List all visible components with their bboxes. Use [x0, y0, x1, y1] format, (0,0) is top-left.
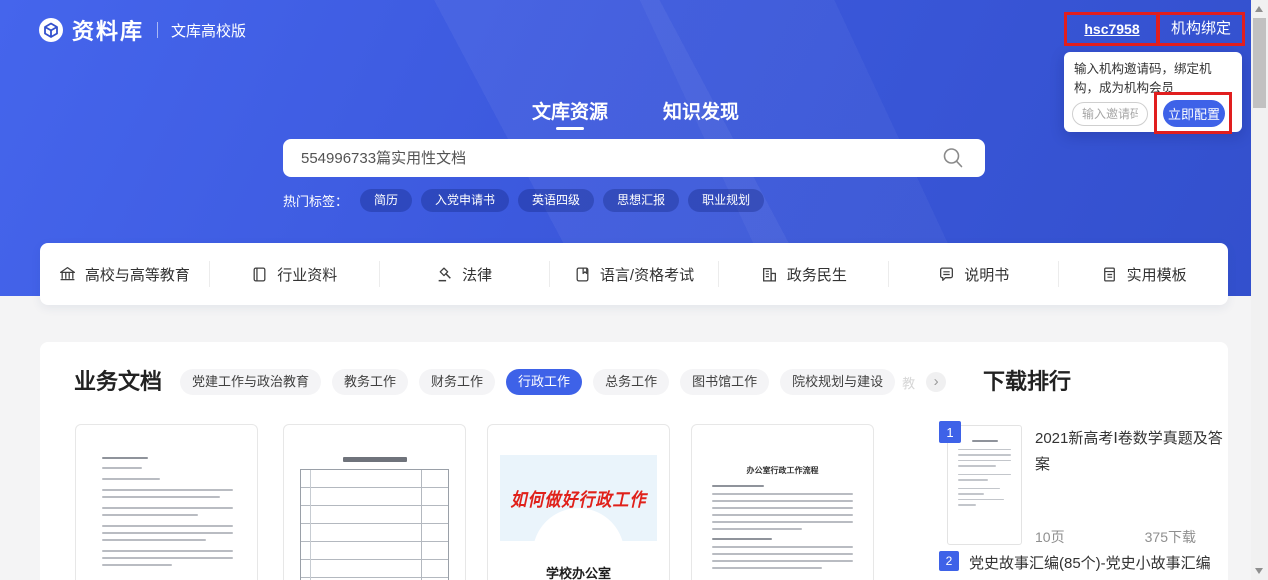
- doc-card-2[interactable]: [283, 424, 466, 580]
- cube-logo-icon: [38, 17, 64, 43]
- invite-code-input[interactable]: [1072, 102, 1148, 126]
- filter-party-building[interactable]: 党建工作与政治教育: [180, 369, 321, 395]
- doc-thumbnail-content: [76, 425, 257, 566]
- doc-thumbnail-content: 如何做好行政工作 学校办公室: [488, 455, 669, 580]
- rank-1-thumbnail[interactable]: [947, 425, 1022, 545]
- doc3-headline: 如何做好行政工作: [510, 484, 646, 512]
- rank-2-title[interactable]: 党史故事汇编(85个)-党史小故事汇编: [969, 552, 1234, 573]
- gavel-icon: [436, 266, 453, 283]
- hot-tag-career-planning[interactable]: 职业规划: [688, 189, 764, 212]
- search-icon[interactable]: [940, 145, 966, 171]
- category-label: 法律: [462, 264, 492, 285]
- rank-1-download-count: 375下载: [1100, 527, 1196, 547]
- filter-general-affairs[interactable]: 总务工作: [593, 369, 669, 395]
- rank-badge-2: 2: [939, 551, 959, 571]
- logo[interactable]: 资料库 文库高校版: [38, 15, 246, 45]
- doc4-headline: 办公室行政工作流程: [712, 465, 853, 476]
- scrollbar-thumb[interactable]: [1253, 18, 1266, 108]
- filter-overflow-hint: 教: [902, 373, 915, 392]
- filter-library-work[interactable]: 图书馆工作: [680, 369, 769, 395]
- hot-tag-thought-report[interactable]: 思想汇报: [603, 189, 679, 212]
- search-box: [283, 139, 985, 177]
- business-filter-row: 党建工作与政治教育 教务工作 财务工作 行政工作 总务工作 图书馆工作 院校规划…: [180, 369, 946, 395]
- configure-now-button[interactable]: 立即配置: [1163, 100, 1225, 127]
- active-tab-underline: [556, 127, 584, 130]
- tab-knowledge-discovery[interactable]: 知识发现: [663, 97, 739, 124]
- hot-tags-label: 热门标签：: [283, 191, 348, 210]
- category-label: 说明书: [964, 264, 1009, 285]
- building-icon: [761, 266, 778, 283]
- category-industry-materials[interactable]: 行业资料: [210, 243, 379, 305]
- download-ranking-title: 下载排行: [983, 364, 1071, 396]
- doc-card-3[interactable]: 如何做好行政工作 学校办公室: [487, 424, 670, 580]
- template-doc-icon: [1101, 266, 1118, 283]
- logo-divider: [157, 22, 158, 38]
- tab-library-resources[interactable]: 文库资源: [532, 97, 608, 124]
- hot-tag-resume[interactable]: 简历: [360, 189, 412, 212]
- username-link[interactable]: hsc7958: [1068, 14, 1156, 44]
- doc-card-4[interactable]: 办公室行政工作流程: [691, 424, 874, 580]
- scrollbar-down-arrow-icon[interactable]: [1255, 568, 1263, 574]
- filter-more-arrow-button[interactable]: ›: [926, 372, 946, 392]
- category-higher-education[interactable]: 高校与高等教育: [40, 243, 209, 305]
- doc-thumbnail-content: [284, 425, 465, 580]
- page-scrollbar[interactable]: [1251, 0, 1268, 580]
- doc-thumbnail-content: 办公室行政工作流程: [692, 425, 873, 569]
- book-icon: [251, 266, 268, 283]
- scrollbar-up-arrow-icon[interactable]: [1255, 6, 1263, 12]
- edition-label: 文库高校版: [171, 20, 246, 41]
- category-label: 实用模板: [1127, 264, 1187, 285]
- filter-campus-planning[interactable]: 院校规划与建设: [780, 369, 895, 395]
- filter-academic-affairs[interactable]: 教务工作: [332, 369, 408, 395]
- category-label: 语言/资格考试: [600, 264, 694, 285]
- bind-org-button[interactable]: 机构绑定: [1160, 14, 1242, 44]
- hot-tag-cet4[interactable]: 英语四级: [518, 189, 594, 212]
- brand-name: 资料库: [72, 14, 144, 46]
- hot-tags-row: 热门标签： 简历 入党申请书 英语四级 思想汇报 职业规划: [283, 189, 764, 212]
- university-icon: [59, 266, 76, 283]
- category-manuals[interactable]: 说明书: [889, 243, 1058, 305]
- manual-bubble-icon: [938, 266, 955, 283]
- rank-1-page-count: 10页: [1035, 527, 1065, 547]
- doc-card-1[interactable]: [75, 424, 258, 580]
- page: 资料库 文库高校版 hsc7958 机构绑定 输入机构邀请码，绑定机构，成为机构…: [0, 0, 1268, 580]
- bind-panel-message: 输入机构邀请码，绑定机构，成为机构会员: [1074, 60, 1232, 99]
- hot-tag-party-application[interactable]: 入党申请书: [421, 189, 509, 212]
- category-bar: 高校与高等教育 行业资料 法律 语言/资格考试: [40, 243, 1228, 305]
- business-docs-title: 业务文档: [74, 364, 162, 396]
- category-government-civic[interactable]: 政务民生: [719, 243, 888, 305]
- exam-book-icon: [574, 266, 591, 283]
- search-input[interactable]: [283, 139, 985, 177]
- category-label: 行业资料: [277, 264, 337, 285]
- category-law[interactable]: 法律: [380, 243, 549, 305]
- rank-1-title[interactable]: 2021新高考Ⅰ卷数学真题及答案: [1035, 426, 1233, 477]
- category-label: 高校与高等教育: [85, 264, 190, 285]
- doc3-subline: 学校办公室: [488, 563, 669, 580]
- filter-administrative-work[interactable]: 行政工作: [506, 369, 582, 395]
- category-language-exams[interactable]: 语言/资格考试: [550, 243, 719, 305]
- rank-badge-1: 1: [939, 421, 961, 443]
- filter-finance-work[interactable]: 财务工作: [419, 369, 495, 395]
- category-practical-templates[interactable]: 实用模板: [1059, 243, 1228, 305]
- category-label: 政务民生: [787, 264, 847, 285]
